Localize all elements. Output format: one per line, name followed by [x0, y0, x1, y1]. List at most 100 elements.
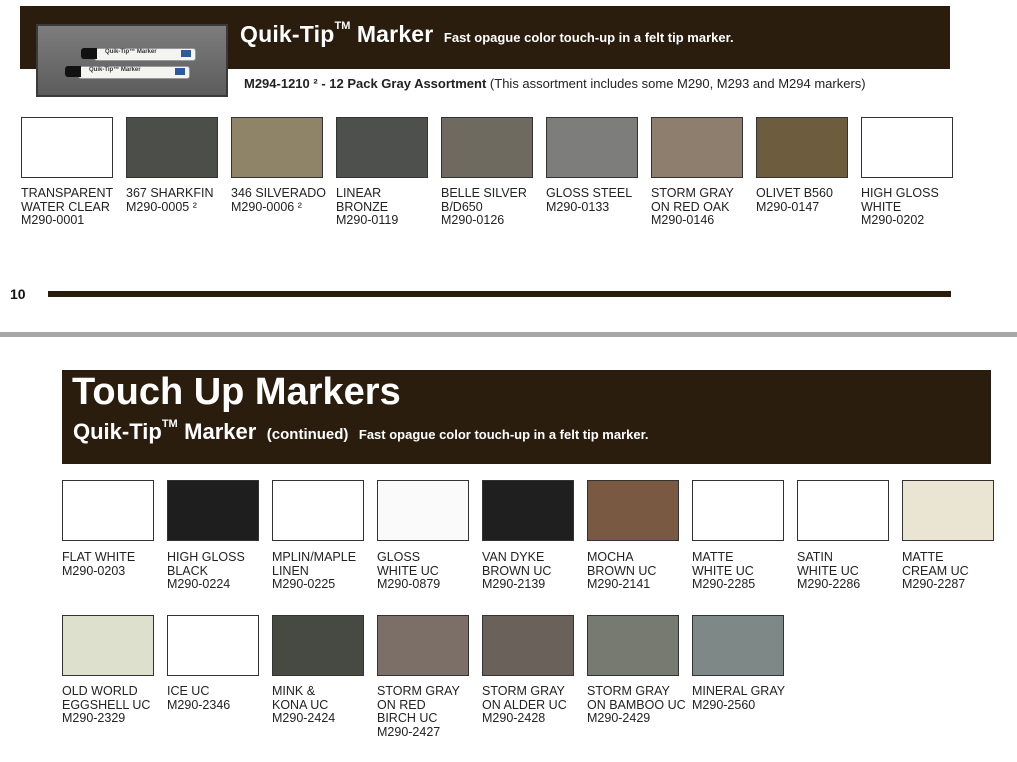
- color-swatch: [62, 615, 154, 676]
- color-swatch: [272, 480, 364, 541]
- color-swatch: [692, 615, 784, 676]
- swatch-label-line: ON BAMBOO UC: [587, 697, 686, 712]
- swatch-label-line: WHITE UC: [692, 563, 754, 578]
- swatch-label: STORM GRAY ON ALDER UC M290-2428: [482, 684, 592, 726]
- swatch-label-line: M290-0202: [861, 213, 925, 227]
- marker-pen-image: Quik-Tip™ Marker: [81, 48, 196, 61]
- swatch-label-line: M290-2424: [272, 711, 336, 725]
- swatch-label-line: M290-0133: [546, 199, 610, 214]
- swatch-label-line: BIRCH UC: [377, 711, 438, 725]
- swatch-label-line: VAN DYKE: [482, 550, 545, 564]
- color-swatch: [756, 117, 848, 178]
- page-title: Touch Up Markers: [72, 371, 401, 413]
- color-swatch: [126, 117, 218, 178]
- swatch-label-line: ON RED OAK: [651, 199, 730, 214]
- swatch-label-line: MINK &: [272, 684, 316, 698]
- swatch-label-line: LINEAR: [336, 186, 382, 200]
- footer-rule: [48, 291, 951, 297]
- color-swatch: [587, 615, 679, 676]
- swatch-label-line: MATTE: [692, 550, 734, 564]
- swatch-label-line: B/D650: [441, 199, 483, 214]
- swatch-label-line: FLAT WHITE: [62, 550, 136, 564]
- swatch-label: BELLE SILVER B/D650 M290-0126: [441, 186, 551, 228]
- swatch-label-line: HIGH GLOSS: [167, 550, 245, 564]
- swatch-label-line: BLACK: [167, 563, 208, 578]
- swatch-label: STORM GRAY ON BAMBOO UC M290-2429: [587, 684, 697, 726]
- color-swatch: [272, 615, 364, 676]
- swatch-label-line: STORM GRAY: [651, 186, 734, 200]
- swatch-label-line: KONA UC: [272, 697, 329, 712]
- product-tagline: Fast opague color touch-up in a felt tip…: [443, 30, 734, 45]
- swatch-label-line: M290-0147: [756, 199, 820, 214]
- product-word: Marker: [356, 21, 434, 47]
- swatch-label-line: M290-0119: [336, 213, 399, 227]
- trademark-mark: TM: [161, 418, 178, 430]
- swatch-label-line: LINEN: [272, 563, 309, 578]
- swatch-label-line: M290-2329: [62, 711, 126, 725]
- swatch-label: MOCHA BROWN UC M290-2141: [587, 550, 697, 592]
- swatch-label-line: M290-0203: [62, 563, 126, 578]
- top-header-title: Quik-TipTM Marker Fast opague color touc…: [240, 20, 734, 48]
- product-word: Marker: [184, 419, 257, 444]
- color-swatch: [651, 117, 743, 178]
- swatch-label: SATIN WHITE UC M290-2286: [797, 550, 907, 592]
- swatch-label-line: M290-0224: [167, 577, 231, 591]
- swatch-label: TRANSPARENT WATER CLEAR M290-0001: [21, 186, 131, 228]
- marker-pen-image: Quik-Tip™ Marker: [65, 66, 190, 79]
- swatch-label: HIGH GLOSS BLACK M290-0224: [167, 550, 277, 592]
- swatch-label: 346 SILVERADO M290-0006 ²: [231, 186, 341, 214]
- swatch-label: MATTE CREAM UC M290-2287: [902, 550, 1012, 592]
- color-swatch: [692, 480, 784, 541]
- swatch-label: MATTE WHITE UC M290-2285: [692, 550, 802, 592]
- swatch-label: STORM GRAY ON RED BIRCH UC M290-2427: [377, 684, 487, 739]
- color-swatch: [797, 480, 889, 541]
- swatch-label-line: STORM GRAY: [377, 684, 460, 698]
- swatch-label-line: M290-0126: [441, 213, 505, 227]
- swatch-label-line: M290-2427: [377, 724, 441, 739]
- color-swatch: [482, 480, 574, 541]
- swatch-label-line: M290-0146: [651, 213, 715, 227]
- swatch-label: MPLIN/MAPLE LINEN M290-0225: [272, 550, 382, 592]
- swatch-label-line: M290-2286: [797, 577, 861, 591]
- trademark-mark: TM: [334, 20, 351, 32]
- marker-product-photo: Quik-Tip™ Marker Quik-Tip™ Marker: [36, 24, 228, 97]
- assortment-note: (This assortment includes some M290, M29…: [486, 76, 866, 91]
- swatch-label-line: M290-0006 ²: [231, 199, 302, 214]
- product-name: Quik-Tip: [240, 21, 335, 47]
- swatch-label-line: ON RED: [377, 697, 426, 712]
- continued-label: (continued): [266, 426, 349, 443]
- assortment-line: M294-1210 ² - 12 Pack Gray Assortment (T…: [244, 76, 866, 91]
- swatch-label-line: M290-2139: [482, 577, 546, 591]
- product-tagline: Fast opague color touch-up in a felt tip…: [358, 427, 649, 442]
- swatch-label: MINERAL GRAY M290-2560: [692, 684, 802, 712]
- swatch-label-line: M290-2141: [587, 577, 651, 591]
- assortment-code: M294-1210 ² - 12 Pack Gray Assortment: [244, 76, 487, 91]
- color-swatch: [62, 480, 154, 541]
- swatch-label-line: MOCHA: [587, 550, 634, 564]
- color-swatch: [902, 480, 994, 541]
- swatch-label: LINEAR BRONZE M290-0119: [336, 186, 446, 228]
- swatch-label-line: M290-2346: [167, 697, 231, 712]
- swatch-label: OLD WORLD EGGSHELL UC M290-2329: [62, 684, 172, 726]
- color-swatch: [587, 480, 679, 541]
- swatch-label-line: BRONZE: [336, 199, 389, 214]
- swatch-label-line: ON ALDER UC: [482, 697, 567, 712]
- swatch-label: 367 SHARKFIN M290-0005 ²: [126, 186, 236, 214]
- color-swatch: [377, 615, 469, 676]
- swatch-label-line: OLIVET B560: [756, 186, 833, 200]
- swatch-label: MINK & KONA UC M290-2424: [272, 684, 382, 726]
- color-swatch: [167, 615, 259, 676]
- product-name: Quik-Tip: [73, 419, 162, 444]
- swatch-label: HIGH GLOSS WHITE M290-0202: [861, 186, 971, 228]
- swatch-label-line: WHITE UC: [797, 563, 859, 578]
- swatch-label-line: MATTE: [902, 550, 944, 564]
- swatch-label-line: M290-2428: [482, 711, 546, 725]
- color-swatch: [546, 117, 638, 178]
- color-swatch: [482, 615, 574, 676]
- color-swatch: [861, 117, 953, 178]
- swatch-label-line: WATER CLEAR: [21, 199, 110, 214]
- swatch-label-line: BROWN UC: [587, 563, 657, 578]
- swatch-label-line: M290-0005 ²: [126, 199, 197, 214]
- swatch-label-line: M290-2560: [692, 697, 756, 712]
- swatch-label-line: M290-0225: [272, 577, 336, 591]
